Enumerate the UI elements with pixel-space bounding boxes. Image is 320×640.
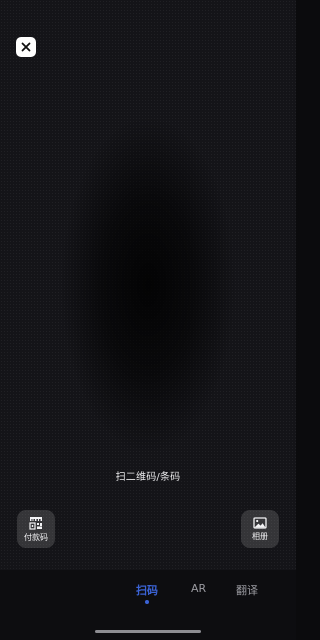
tab-scan[interactable]: 扫码 [136, 582, 158, 598]
album-button[interactable]: 相册 [241, 510, 279, 548]
scanner-screen: 扫二维码/条码 付款码 相册 扫码 AR 翻译 [0, 0, 296, 640]
active-tab-indicator [145, 600, 149, 604]
image-icon [253, 517, 267, 529]
camera-viewfinder [0, 0, 296, 570]
scan-hint-text: 扫二维码/条码 [115, 472, 181, 483]
payment-code-label: 付款码 [24, 533, 48, 542]
close-icon [21, 42, 31, 52]
payment-code-button[interactable]: 付款码 [17, 510, 55, 548]
tab-translate[interactable]: 翻译 [236, 582, 258, 598]
album-label: 相册 [252, 532, 268, 541]
qr-code-icon [29, 517, 42, 530]
tab-ar[interactable]: AR [191, 582, 206, 595]
home-indicator[interactable] [95, 630, 201, 633]
close-button[interactable] [16, 37, 36, 57]
